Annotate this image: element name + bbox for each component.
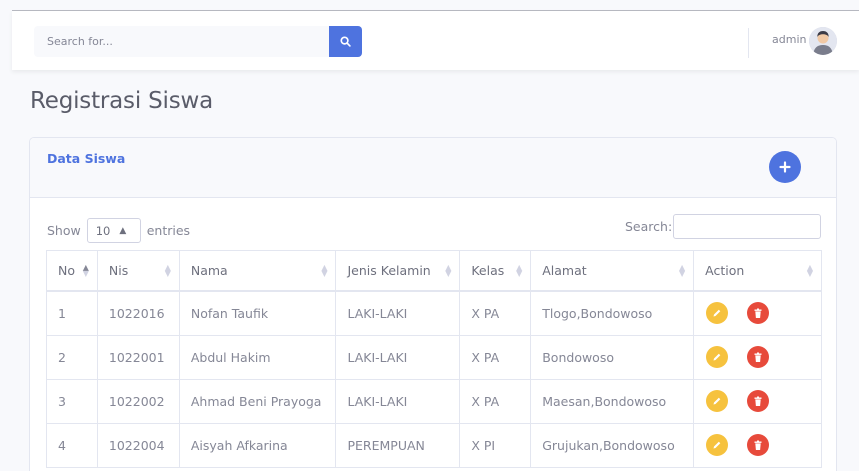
entries-select[interactable]: 10 ▲︎ [86,218,141,243]
students-table: No ▲ ▼ Nis ▲ ▼ Nama ▲ ▼ Jenis Kelamin ▲ ▼ Kelas ▲… [46,250,822,468]
edit-button[interactable] [706,434,729,456]
pencil-icon [713,309,721,317]
cell-no: 4 [46,422,98,468]
trash-icon [754,440,762,450]
topbar-divider [748,28,749,58]
pencil-icon [713,397,721,405]
add-student-button[interactable] [769,151,801,183]
sort-icon: ▲ ▼ [82,263,89,278]
cell-nis: 1022001 [96,334,180,380]
cell-kelas: X PI [459,422,532,468]
show-label: Show [47,223,81,238]
sort-icon: ▲ ▼ [679,263,686,278]
data-card: Data Siswa Show 10 ▲︎ entries Search: No… [29,137,837,471]
column-header-nis[interactable]: Nis ▲ ▼ [96,250,180,291]
page-title: Registrasi Siswa [30,88,214,114]
table-row: 2 1022001 Abdul Hakim LAKI-LAKI X PA Bon… [46,334,822,380]
column-header-alamat[interactable]: Alamat ▲ ▼ [530,250,695,291]
trash-icon [754,352,762,362]
entries-value: 10 [95,223,111,238]
trash-icon [754,396,762,406]
cell-nis: 1022016 [96,290,180,336]
cell-action [693,422,822,468]
column-header-jenis-kelamin[interactable]: Jenis Kelamin ▲ ▼ [335,250,461,291]
cell-no: 2 [46,334,98,380]
card-header: Data Siswa [30,138,836,198]
cell-alamat: Tlogo,Bondowoso [530,290,695,336]
column-header-no[interactable]: No ▲ ▼ [46,250,98,291]
pencil-icon [713,441,721,449]
delete-button[interactable] [747,302,770,324]
table-row: 1 1022016 Nofan Taufik LAKI-LAKI X PA Tl… [46,290,822,336]
sort-icon: ▲ ▼ [806,263,813,278]
cell-no: 1 [46,290,98,336]
topbar-search [34,26,362,57]
cell-action [693,290,822,336]
cell-jenis-kelamin: LAKI-LAKI [335,290,461,336]
table-row: 3 1022002 Ahmad Beni Prayoga LAKI-LAKI X… [46,378,822,424]
edit-button[interactable] [706,302,729,324]
cell-nama: Abdul Hakim [178,334,337,380]
search-icon [340,36,351,47]
card-title: Data Siswa [47,151,126,166]
cell-jenis-kelamin: LAKI-LAKI [335,334,461,380]
topbar-search-button[interactable] [329,26,362,57]
cell-alamat: Grujukan,Bondowoso [530,422,695,468]
pencil-icon [713,353,721,361]
delete-button[interactable] [747,434,770,456]
cell-kelas: X PA [459,290,532,336]
sort-icon: ▲ ▼ [164,263,171,278]
table-search-input[interactable] [673,214,821,239]
sort-icon: ▲ ▼ [321,263,328,278]
user-name[interactable]: admin [772,33,806,46]
cell-kelas: X PA [459,378,532,424]
cell-nis: 1022002 [96,378,180,424]
cell-nis: 1022004 [96,422,180,468]
trash-icon [754,308,762,318]
column-header-kelas[interactable]: Kelas ▲ ▼ [459,250,532,291]
cell-kelas: X PA [459,334,532,380]
table-header-row: No ▲ ▼ Nis ▲ ▼ Nama ▲ ▼ Jenis Kelamin ▲ ▼ Kelas ▲… [46,250,822,291]
table-search-label: Search: [625,219,673,234]
table-row: 4 1022004 Aisyah Afkarina PEREMPUAN X PI… [46,422,822,468]
cell-jenis-kelamin: PEREMPUAN [335,422,461,468]
delete-button[interactable] [747,346,770,368]
delete-button[interactable] [747,390,770,412]
sort-icon: ▲ ▼ [516,263,523,278]
entries-label: entries [146,223,191,238]
edit-button[interactable] [706,390,729,412]
updown-arrow-icon: ▲︎ [119,225,127,236]
cell-alamat: Bondowoso [530,334,695,380]
cell-jenis-kelamin: LAKI-LAKI [335,378,461,424]
cell-nama: Ahmad Beni Prayoga [178,378,337,424]
column-header-nama[interactable]: Nama ▲ ▼ [178,250,337,291]
plus-icon [779,161,791,173]
sort-icon: ▲ ▼ [445,263,452,278]
cell-nama: Aisyah Afkarina [178,422,337,468]
column-header-action[interactable]: Action ▲ ▼ [693,250,822,291]
cell-no: 3 [46,378,98,424]
topbar: admin [12,11,859,70]
show-entries: Show 10 ▲︎ entries [47,218,190,243]
cell-action [693,334,822,380]
edit-button[interactable] [706,346,729,368]
topbar-search-input[interactable] [34,26,330,57]
avatar-icon [809,27,837,55]
cell-action [693,378,822,424]
cell-nama: Nofan Taufik [178,290,337,336]
cell-alamat: Maesan,Bondowoso [530,378,695,424]
user-avatar[interactable] [809,27,837,55]
